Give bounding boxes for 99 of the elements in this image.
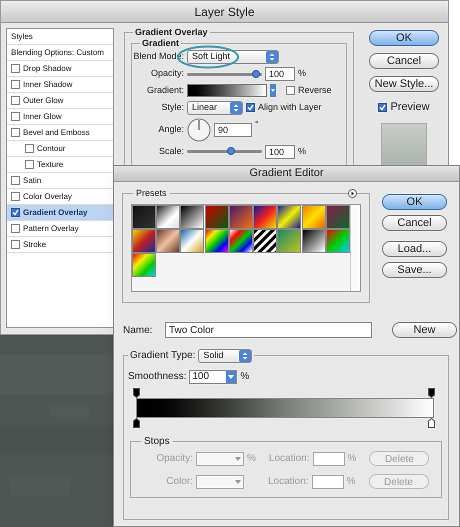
slider-thumb[interactable] bbox=[227, 147, 236, 155]
style-list-item[interactable]: Outer Glow bbox=[7, 93, 113, 109]
location-label: Location: bbox=[268, 452, 310, 466]
percent-label: % bbox=[298, 67, 306, 80]
gradient-preset-swatch[interactable] bbox=[302, 229, 326, 253]
color-stop-icon[interactable] bbox=[133, 418, 140, 428]
gradient-preset-swatch[interactable] bbox=[326, 205, 350, 229]
dialog-button[interactable]: Load... bbox=[382, 241, 447, 257]
name-label: Name: bbox=[123, 324, 154, 338]
degree-label: ° bbox=[255, 118, 259, 130]
opacity-stop-icon[interactable] bbox=[133, 388, 140, 398]
stop-label: Opacity: bbox=[155, 452, 193, 466]
style-list-item[interactable]: Pattern Overlay bbox=[7, 221, 113, 237]
scale-field[interactable]: 100 bbox=[265, 144, 295, 158]
popup-arrows-icon bbox=[230, 102, 242, 114]
checkbox[interactable] bbox=[11, 240, 20, 249]
style-list-item[interactable]: Inner Shadow bbox=[7, 77, 113, 93]
dialog-button[interactable]: Cancel bbox=[369, 53, 439, 69]
checkbox[interactable] bbox=[11, 112, 20, 121]
stop-label: Color: bbox=[165, 475, 193, 489]
checkbox[interactable] bbox=[11, 128, 20, 137]
color-stop-icon[interactable] bbox=[428, 418, 435, 428]
checkbox[interactable] bbox=[378, 102, 388, 112]
smoothness-label: Smoothness: bbox=[128, 370, 186, 384]
gradient-preset-swatch[interactable] bbox=[132, 205, 156, 229]
dialog-button[interactable]: New Style... bbox=[369, 76, 439, 92]
align-with-layer-label: Align with Layer bbox=[258, 100, 322, 114]
gradient-preset-swatch[interactable] bbox=[180, 205, 204, 229]
name-field[interactable]: Two Color bbox=[165, 322, 372, 338]
percent-label: % bbox=[247, 452, 256, 466]
style-list-item[interactable]: Stroke bbox=[7, 237, 113, 253]
gradient-preset-swatch[interactable] bbox=[132, 253, 156, 277]
angle-dial[interactable] bbox=[187, 118, 211, 142]
style-list-item[interactable]: Satin bbox=[7, 173, 113, 189]
checkbox[interactable] bbox=[11, 64, 20, 73]
checkbox[interactable] bbox=[246, 103, 255, 112]
gradient-preset-swatch[interactable] bbox=[277, 205, 302, 229]
gradient-picker[interactable] bbox=[187, 84, 267, 98]
style-list-item[interactable]: Drop Shadow bbox=[7, 61, 113, 77]
gradient-preset-swatch[interactable] bbox=[302, 205, 326, 229]
window-title: Layer Style bbox=[1, 1, 448, 23]
checkbox[interactable] bbox=[11, 80, 20, 89]
percent-label: % bbox=[346, 475, 356, 489]
dialog-button[interactable]: New bbox=[392, 322, 457, 338]
style-list-item[interactable]: Contour bbox=[7, 141, 113, 157]
gradient-preset-swatch[interactable] bbox=[204, 229, 229, 253]
scale-label: Scale: bbox=[158, 144, 184, 158]
gradient-preset-swatch[interactable] bbox=[253, 229, 278, 253]
window-title: Gradient Editor bbox=[114, 166, 459, 182]
gradient-preset-swatch[interactable] bbox=[204, 205, 229, 229]
percent-label: % bbox=[298, 144, 306, 158]
gradient-preset-swatch[interactable] bbox=[228, 229, 253, 253]
style-list-item[interactable]: Gradient Overlay bbox=[7, 205, 113, 221]
dialog-button[interactable]: OK bbox=[382, 194, 447, 210]
checkbox[interactable] bbox=[25, 160, 34, 169]
gradient-preset-swatch[interactable] bbox=[156, 229, 180, 253]
opacity-label: Opacity: bbox=[150, 67, 184, 80]
style-list-item[interactable]: Color Overlay bbox=[7, 189, 113, 205]
style-list-item[interactable]: Inner Glow bbox=[7, 109, 113, 125]
opacity-field[interactable]: 100 bbox=[265, 67, 295, 81]
popup-arrows-icon bbox=[266, 51, 278, 63]
gradient-preset-swatch[interactable] bbox=[180, 229, 204, 253]
gradient-preset-swatch[interactable] bbox=[326, 229, 350, 253]
popup-arrows-icon bbox=[239, 350, 252, 362]
style-popup[interactable]: Linear bbox=[187, 100, 243, 114]
checkbox[interactable] bbox=[11, 96, 20, 105]
percent-label: % bbox=[348, 452, 356, 466]
gradient-preset-swatch[interactable] bbox=[253, 205, 278, 229]
smoothness-field[interactable]: 100 bbox=[189, 370, 238, 384]
gradient-preset-swatch[interactable] bbox=[277, 229, 302, 253]
angle-label: Angle: bbox=[157, 122, 184, 136]
style-list-item[interactable]: Bevel and Emboss bbox=[7, 125, 113, 141]
angle-field[interactable]: 90 bbox=[214, 122, 252, 136]
checkbox[interactable] bbox=[11, 224, 20, 233]
reverse-label: Reverse bbox=[298, 84, 332, 97]
percent-label: % bbox=[240, 370, 250, 384]
gradient-type-label: Gradient Type: bbox=[130, 349, 196, 363]
blend-mode-popup[interactable]: Soft Light bbox=[187, 50, 279, 64]
group-title: Stops bbox=[143, 435, 171, 449]
style-list-item[interactable]: Texture bbox=[7, 157, 113, 173]
slider-thumb[interactable] bbox=[252, 70, 260, 78]
dialog-button[interactable]: OK bbox=[369, 30, 439, 46]
checkbox[interactable] bbox=[25, 144, 34, 153]
checkbox[interactable] bbox=[286, 86, 295, 96]
dialog-button[interactable]: Cancel bbox=[382, 215, 447, 231]
gradient-type-popup[interactable]: Solid bbox=[198, 348, 252, 362]
checkbox[interactable] bbox=[11, 208, 20, 217]
location-label: Location: bbox=[268, 475, 309, 489]
checkbox[interactable] bbox=[11, 192, 20, 201]
checkbox[interactable] bbox=[11, 176, 20, 185]
style-label: Style: bbox=[160, 100, 184, 114]
gradient-preset-swatch[interactable] bbox=[132, 229, 156, 253]
dialog-button[interactable]: Save... bbox=[382, 262, 447, 278]
gradient-preset-swatch[interactable] bbox=[228, 205, 253, 229]
preview-label: Preview bbox=[390, 100, 430, 115]
gradient-preset-swatch[interactable] bbox=[156, 205, 180, 229]
opacity-stop-icon[interactable] bbox=[428, 388, 435, 398]
gradient-label: Gradient: bbox=[146, 84, 184, 97]
scrollbar[interactable] bbox=[350, 205, 360, 291]
